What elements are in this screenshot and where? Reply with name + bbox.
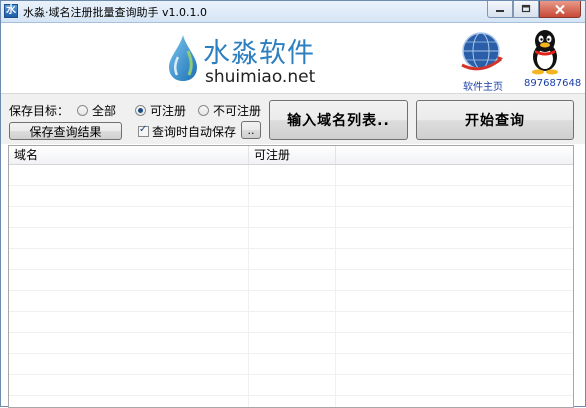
home-page-link[interactable]: 软件主页	[463, 78, 503, 93]
browse-save-path-button[interactable]: ..	[241, 121, 261, 139]
radio-unregistrable[interactable]: 不可注册	[198, 102, 261, 119]
import-domain-list-button[interactable]: 输入域名列表..	[269, 100, 408, 140]
table-row	[9, 228, 573, 249]
radio-button-unchecked[interactable]	[77, 105, 88, 116]
close-button[interactable]	[539, 1, 581, 18]
table-row	[9, 186, 573, 207]
table-row	[9, 165, 573, 186]
close-icon	[555, 4, 565, 14]
radio-button-unchecked[interactable]	[198, 105, 209, 116]
table-row	[9, 207, 573, 228]
table-header: 域名 可注册	[9, 146, 573, 165]
table-row	[9, 333, 573, 354]
main-window: 水 水淼·域名注册批量查询助手 v1.0.1.0 水淼软件 shuimiao.n…	[0, 0, 586, 408]
app-icon: 水	[4, 4, 18, 18]
maximize-button[interactable]	[513, 1, 539, 18]
column-header-registrable[interactable]: 可注册	[249, 146, 336, 164]
table-row	[9, 354, 573, 375]
radio-label-all: 全部	[92, 104, 117, 118]
column-header-domain[interactable]: 域名	[9, 146, 249, 164]
minimize-button[interactable]	[487, 1, 513, 18]
header-banner: 水淼软件 shuimiao.net 软件主页 897687648	[1, 23, 585, 93]
auto-save-checkbox[interactable]: 查询时自动保存	[138, 123, 236, 140]
save-results-button[interactable]: 保存查询结果	[9, 122, 122, 140]
radio-label-unregistrable: 不可注册	[213, 104, 262, 118]
qq-number-link[interactable]: 897687648	[524, 78, 581, 89]
radio-label-registrable: 可注册	[150, 104, 187, 118]
minimize-icon	[496, 10, 504, 12]
table-row	[9, 249, 573, 270]
table-row	[9, 270, 573, 291]
start-query-button[interactable]: 开始查询	[416, 100, 574, 140]
checkbox-checked[interactable]	[138, 124, 149, 137]
radio-registrable[interactable]: 可注册	[135, 102, 186, 119]
water-drop-logo-icon	[169, 35, 197, 81]
results-table[interactable]: 域名 可注册	[8, 145, 574, 408]
logo-chinese-text: 水淼软件	[203, 38, 315, 69]
logo-english-text: shuimiao.net	[205, 67, 316, 87]
table-row	[9, 396, 573, 407]
maximize-icon	[521, 4, 531, 13]
table-row	[9, 375, 573, 396]
table-body	[9, 165, 573, 407]
title-bar: 水 水淼·域名注册批量查询助手 v1.0.1.0	[1, 1, 585, 23]
table-row	[9, 312, 573, 333]
home-globe-icon[interactable]	[459, 29, 505, 77]
window-controls	[487, 1, 581, 18]
controls-panel: 保存目标： 全部 可注册 不可注册 保存查询结果 查询时自动保存 .. 输入域名…	[1, 93, 585, 144]
column-header-empty	[336, 146, 573, 164]
qq-penguin-icon[interactable]	[529, 27, 561, 75]
radio-button-checked[interactable]	[135, 105, 146, 116]
auto-save-label: 查询时自动保存	[152, 125, 237, 139]
save-target-label: 保存目标：	[9, 104, 70, 118]
window-title: 水淼·域名注册批量查询助手 v1.0.1.0	[23, 6, 207, 19]
table-row	[9, 291, 573, 312]
radio-all[interactable]: 全部	[77, 102, 116, 119]
